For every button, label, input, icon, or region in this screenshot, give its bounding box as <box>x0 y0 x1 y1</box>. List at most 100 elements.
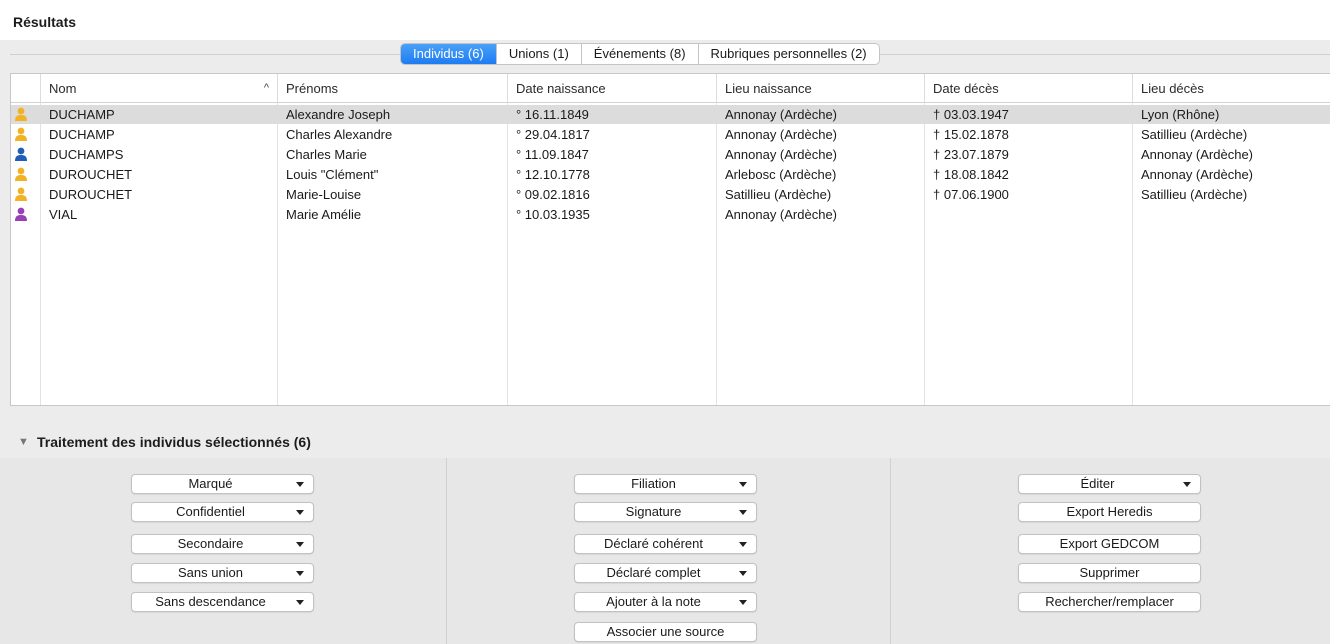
cell-prenoms: Charles Marie <box>286 147 367 162</box>
cell-lieu-deces: Annonay (Ardèche) <box>1141 167 1254 182</box>
column-header-label: Nom <box>49 81 77 96</box>
chevron-down-icon <box>1183 482 1191 487</box>
person-icon <box>15 167 27 181</box>
chevron-down-icon <box>739 600 747 605</box>
chevron-down-icon <box>296 600 304 605</box>
cell-nom: VIAL <box>49 207 78 222</box>
cell-date-deces <box>924 205 933 224</box>
button-label: Déclaré complet <box>606 565 701 580</box>
chevron-down-icon <box>739 510 747 515</box>
button-label: Sans union <box>177 565 244 580</box>
cell-date-deces: † 23.07.1879 <box>933 147 1009 162</box>
cell-lieu-naissance: Satillieu (Ardèche) <box>725 187 832 202</box>
table-row[interactable]: VIAL Marie Amélie ° 10.03.1935 Annonay (Ard… <box>11 205 1330 224</box>
signature-dropdown[interactable]: Signature <box>574 502 757 522</box>
tab-unions[interactable]: Unions (1) <box>497 44 582 64</box>
chevron-down-icon <box>296 510 304 515</box>
column-header-date-deces[interactable]: Date décès <box>924 74 1132 103</box>
export-heredis-button[interactable]: Export Heredis <box>1018 502 1201 522</box>
cell-lieu-deces: Annonay (Ardèche) <box>1141 147 1254 162</box>
tab-individus[interactable]: Individus (6) <box>401 44 497 64</box>
cell-lieu-naissance: Annonay (Ardèche) <box>725 207 838 222</box>
button-label: Éditer <box>1080 476 1115 491</box>
table-row[interactable]: DUCHAMP Charles Alexandre ° 29.04.1817 Anno… <box>11 125 1330 144</box>
sans-descendance-dropdown[interactable]: Sans descendance <box>131 592 314 612</box>
secondaire-dropdown[interactable]: Secondaire <box>131 534 314 554</box>
filiation-dropdown[interactable]: Filiation <box>574 474 757 494</box>
column-header-icon <box>11 74 40 103</box>
cell-lieu-naissance: Annonay (Ardèche) <box>725 147 838 162</box>
cell-date-deces: † 03.03.1947 <box>933 107 1009 122</box>
results-header: Résultats <box>0 0 1330 40</box>
cell-lieu-deces: Lyon (Rhône) <box>1141 107 1220 122</box>
table-row[interactable]: DUROUCHET Marie-Louise ° 09.02.1816 Satilli… <box>11 185 1330 204</box>
export-gedcom-button[interactable]: Export GEDCOM <box>1018 534 1201 554</box>
button-label: Associer une source <box>606 624 725 639</box>
declare-complet-dropdown[interactable]: Déclaré complet <box>574 563 757 583</box>
cell-lieu-deces: Satillieu (Ardèche) <box>1141 127 1248 142</box>
chevron-down-icon <box>739 542 747 547</box>
disclosure-triangle-icon[interactable]: ▼ <box>18 436 29 448</box>
person-icon <box>15 107 27 121</box>
column-header-lieu-deces[interactable]: Lieu décès <box>1132 74 1330 103</box>
editer-dropdown[interactable]: Éditer <box>1018 474 1201 494</box>
cell-lieu-naissance: Annonay (Ardèche) <box>725 107 838 122</box>
cell-lieu-naissance: Annonay (Ardèche) <box>725 127 838 142</box>
chevron-down-icon <box>296 571 304 576</box>
table-row[interactable]: DUCHAMPS Charles Marie ° 11.09.1847 Annonay… <box>11 145 1330 164</box>
cell-prenoms: Alexandre Joseph <box>286 107 391 122</box>
button-label: Déclaré cohérent <box>604 536 703 551</box>
tab-evenements[interactable]: Événements (8) <box>582 44 699 64</box>
button-label: Rechercher/remplacer <box>1045 594 1174 609</box>
cell-nom: DUCHAMPS <box>49 147 124 162</box>
tab-rubriques-personnelles[interactable]: Rubriques personnelles (2) <box>699 44 879 64</box>
selection-panel-title: Traitement des individus sélectionnés (6… <box>37 434 311 450</box>
supprimer-button[interactable]: Supprimer <box>1018 563 1201 583</box>
ajouter-a-la-note-dropdown[interactable]: Ajouter à la note <box>574 592 757 612</box>
sort-ascending-icon[interactable]: ^ <box>264 74 269 103</box>
selection-panel-header[interactable]: ▼ Traitement des individus sélectionnés … <box>0 428 1330 458</box>
button-label: Signature <box>625 504 682 519</box>
column-header-lieu-naissance[interactable]: Lieu naissance <box>716 74 924 103</box>
cell-date-naissance: ° 09.02.1816 <box>516 187 590 202</box>
cell-nom: DUCHAMP <box>49 127 115 142</box>
chevron-down-icon <box>296 542 304 547</box>
cell-prenoms: Louis "Clément" <box>286 167 379 182</box>
chevron-down-icon <box>739 482 747 487</box>
cell-date-naissance: ° 29.04.1817 <box>516 127 590 142</box>
cell-date-deces: † 15.02.1878 <box>933 127 1009 142</box>
person-icon <box>15 127 27 141</box>
cell-date-naissance: ° 10.03.1935 <box>516 207 590 222</box>
column-header-prenoms[interactable]: Prénoms <box>277 74 507 103</box>
cell-date-naissance: ° 12.10.1778 <box>516 167 590 182</box>
panel-divider <box>890 458 891 644</box>
confidentiel-dropdown[interactable]: Confidentiel <box>131 502 314 522</box>
button-label: Confidentiel <box>176 504 245 519</box>
cell-date-naissance: ° 11.09.1847 <box>516 147 589 162</box>
table-row[interactable]: DUROUCHET Louis "Clément" ° 12.10.1778 Arle… <box>11 165 1330 184</box>
cell-nom: DUCHAMP <box>49 107 115 122</box>
button-label: Sans descendance <box>155 594 266 609</box>
column-header-nom[interactable]: Nom ^ <box>40 74 277 103</box>
cell-nom: DUROUCHET <box>49 187 133 202</box>
chevron-down-icon <box>739 571 747 576</box>
marque-dropdown[interactable]: Marqué <box>131 474 314 494</box>
button-label: Ajouter à la note <box>606 594 701 609</box>
column-header-date-naissance[interactable]: Date naissance <box>507 74 716 103</box>
results-tabs: Individus (6) Unions (1) Événements (8) … <box>400 43 880 65</box>
table-header: Nom ^ Prénoms Date naissance Lieu naissa… <box>11 74 1330 103</box>
button-label: Export GEDCOM <box>1059 536 1160 551</box>
cell-date-naissance: ° 16.11.1849 <box>516 107 589 122</box>
rechercher-remplacer-button[interactable]: Rechercher/remplacer <box>1018 592 1201 612</box>
declare-coherent-dropdown[interactable]: Déclaré cohérent <box>574 534 757 554</box>
cell-date-deces: † 18.08.1842 <box>933 167 1009 182</box>
cell-prenoms: Marie-Louise <box>286 187 362 202</box>
associer-une-source-button[interactable]: Associer une source <box>574 622 757 642</box>
button-label: Filiation <box>631 476 676 491</box>
table-row[interactable]: DUCHAMP Alexandre Joseph ° 16.11.1849 Annon… <box>11 105 1330 124</box>
sans-union-dropdown[interactable]: Sans union <box>131 563 314 583</box>
cell-lieu-deces: Satillieu (Ardèche) <box>1141 187 1248 202</box>
cell-nom: DUROUCHET <box>49 167 133 182</box>
cell-lieu-naissance: Arlebosc (Ardèche) <box>725 167 837 182</box>
cell-prenoms: Charles Alexandre <box>286 127 393 142</box>
